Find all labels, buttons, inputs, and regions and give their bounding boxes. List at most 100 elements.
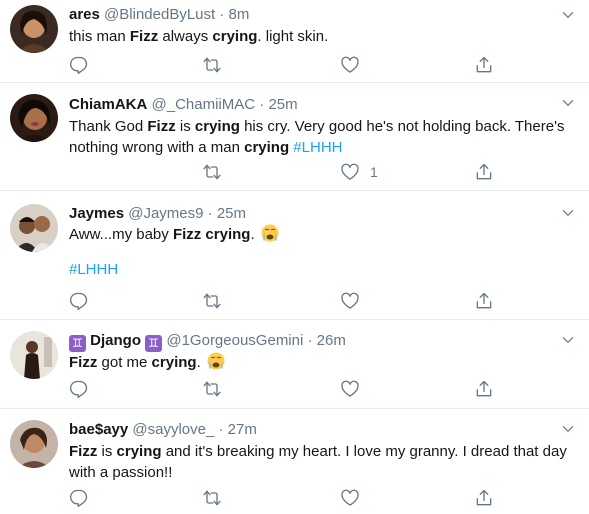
retweet-icon — [202, 379, 222, 399]
like-icon — [340, 162, 360, 182]
share-button[interactable] — [474, 488, 494, 508]
retweet-button[interactable] — [202, 162, 222, 182]
chevron-down-icon[interactable] — [561, 96, 575, 110]
tweet-text: this man Fizz always crying. light skin. — [69, 26, 569, 47]
avatar[interactable] — [10, 94, 58, 142]
text-line: Fizz is crying and it's breaking my hear… — [69, 441, 569, 462]
tweet-1[interactable]: ares @BlindedByLust · 8m this man Fizz a… — [0, 0, 589, 83]
separator-dot: · — [219, 6, 225, 23]
text-line: Aww...my baby Fizz crying. — [69, 224, 569, 245]
avatar[interactable] — [10, 204, 58, 252]
display-name[interactable]: ares — [69, 6, 100, 23]
tweet-actions — [69, 379, 509, 399]
tweet-text: Thank God Fizz is crying his cry. Very g… — [69, 116, 569, 158]
share-button[interactable] — [474, 162, 494, 182]
avatar[interactable] — [10, 420, 58, 468]
timestamp[interactable]: 8m — [229, 6, 250, 23]
chevron-down-icon[interactable] — [561, 422, 575, 436]
share-button[interactable] — [474, 291, 494, 311]
text-segment: is — [97, 443, 117, 460]
like-button[interactable]: 1 — [340, 162, 378, 182]
gemini-icon: ♊ — [145, 335, 163, 352]
user-handle[interactable]: @sayylove_ — [132, 421, 214, 438]
text-segment: Aww...my baby — [69, 226, 173, 243]
reply-button[interactable] — [69, 55, 89, 75]
retweet-button[interactable] — [202, 488, 222, 508]
like-icon — [340, 55, 360, 75]
share-button[interactable] — [474, 379, 494, 399]
like-button[interactable] — [340, 379, 360, 399]
text-segment: and it's breaking my heart. I love my gr… — [161, 443, 567, 460]
text-line: nothing wrong with a man crying #LHHH — [69, 137, 569, 158]
tweet-actions: 1 — [69, 162, 509, 182]
retweet-button[interactable] — [202, 55, 222, 75]
text-segment: got me — [97, 354, 152, 371]
user-handle[interactable]: @Jaymes9 — [128, 205, 203, 222]
text-segment-bold: Fizz — [69, 354, 98, 371]
text-segment: . light skin. — [257, 28, 329, 45]
share-icon — [474, 55, 494, 75]
text-segment: with a passion!! — [69, 464, 173, 481]
text-segment: nothing wrong with a man — [69, 139, 245, 156]
display-name[interactable]: Jaymes — [69, 205, 124, 222]
text-segment-bold: crying — [151, 354, 197, 371]
text-segment-bold: Fizz crying — [172, 226, 251, 243]
like-icon — [340, 291, 360, 311]
text-segment: . — [196, 354, 201, 371]
share-icon — [474, 379, 494, 399]
tweet-5[interactable]: bae$ayy @sayylove_ · 27m Fizz is crying … — [0, 410, 589, 514]
tweet-3[interactable]: Jaymes @Jaymes9 · 25m Aww...my baby Fizz… — [0, 192, 589, 320]
reply-button[interactable] — [69, 488, 89, 508]
text-line: with a passion!! — [69, 462, 569, 483]
like-button[interactable] — [340, 488, 360, 508]
chevron-down-icon[interactable] — [561, 8, 575, 22]
tweet-header: ♊ Django ♊ @1GorgeousGemini · 26m — [69, 331, 346, 352]
avatar[interactable] — [10, 331, 58, 379]
text-segment: . — [250, 226, 255, 243]
display-name[interactable]: Django — [90, 332, 141, 349]
retweet-icon — [202, 291, 222, 311]
text-segment-bold: crying — [194, 118, 240, 135]
tweet-text: Fizz is crying and it's breaking my hear… — [69, 441, 569, 483]
hashtag-link[interactable]: #LHHH — [69, 261, 118, 278]
user-handle[interactable]: @1GorgeousGemini — [166, 332, 303, 349]
timestamp[interactable]: 25m — [217, 205, 246, 222]
share-button[interactable] — [474, 55, 494, 75]
text-segment-bold: crying — [116, 443, 162, 460]
tweet-header: ChiamAKA @_ChamiiMAC · 25m — [69, 95, 298, 115]
tweet-4[interactable]: ♊ Django ♊ @1GorgeousGemini · 26m Fizz g… — [0, 321, 589, 409]
timestamp[interactable]: 25m — [268, 96, 297, 113]
tweet-text: Aww...my baby Fizz crying. #LHHH — [69, 224, 569, 280]
chevron-down-icon[interactable] — [561, 333, 575, 347]
timestamp[interactable]: 27m — [228, 421, 257, 438]
like-button[interactable] — [340, 55, 360, 75]
avatar[interactable] — [10, 5, 58, 53]
tweet-header: Jaymes @Jaymes9 · 25m — [69, 204, 246, 224]
chevron-down-icon[interactable] — [561, 206, 575, 220]
reply-button[interactable] — [69, 379, 89, 399]
separator-dot: · — [307, 332, 313, 349]
tweet-actions — [69, 488, 509, 508]
like-icon — [340, 488, 360, 508]
separator-dot: · — [207, 205, 213, 222]
tweet-actions — [69, 291, 509, 311]
reply-button[interactable] — [69, 291, 89, 311]
user-handle[interactable]: @_ChamiiMAC — [152, 96, 256, 113]
hashtag-link[interactable]: #LHHH — [293, 139, 342, 156]
loudly-crying-face-icon — [261, 224, 279, 242]
text-segment-bold: Fizz — [129, 28, 159, 45]
retweet-button[interactable] — [202, 379, 222, 399]
reply-icon — [69, 55, 89, 75]
timestamp[interactable]: 26m — [317, 332, 346, 349]
tweet-2[interactable]: ChiamAKA @_ChamiiMAC · 25m Thank God Fiz… — [0, 84, 589, 191]
like-button[interactable] — [340, 291, 360, 311]
retweet-icon — [202, 162, 222, 182]
text-line-1: Thank God Fizz is crying his cry. Very g… — [69, 118, 565, 135]
user-handle[interactable]: @BlindedByLust — [104, 6, 215, 23]
retweet-button[interactable] — [202, 291, 222, 311]
like-count: 1 — [370, 164, 378, 180]
text-segment: always — [158, 28, 213, 45]
display-name[interactable]: ChiamAKA — [69, 96, 147, 113]
display-name[interactable]: bae$ayy — [69, 421, 128, 438]
tweet-actions — [69, 55, 509, 75]
